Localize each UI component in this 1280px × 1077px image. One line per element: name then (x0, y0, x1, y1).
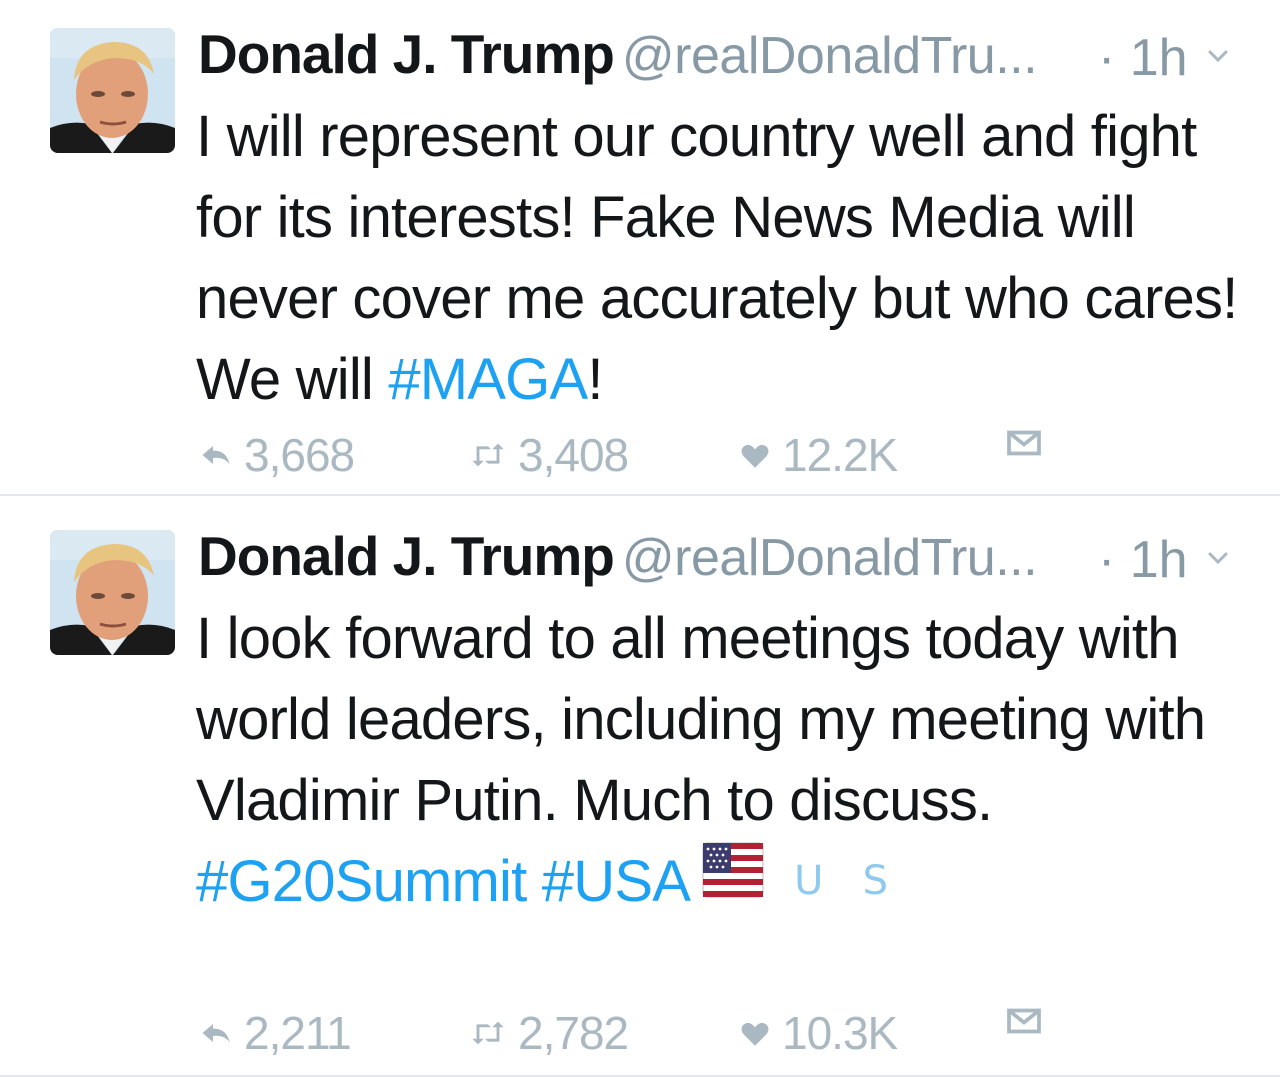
author-avatar[interactable] (50, 28, 175, 153)
tweet-header: Donald J. Trump @realDonaldTru... · 1h (198, 524, 1258, 590)
tweet[interactable]: Donald J. Trump @realDonaldTru... · 1h I … (0, 0, 1280, 495)
direct-message-button[interactable] (1006, 1006, 1052, 1036)
author-avatar[interactable] (50, 530, 175, 655)
tweet-timestamp[interactable]: · 1h (1098, 530, 1188, 590)
reply-button[interactable]: 2,211 (198, 1006, 352, 1060)
direct-message-button[interactable] (1006, 428, 1052, 458)
profile-photo-icon (50, 530, 175, 655)
hashtag-link[interactable]: #G20Summit (196, 849, 527, 914)
reply-count: 2,211 (244, 1007, 352, 1059)
like-button[interactable]: 12.2K (738, 428, 898, 482)
tweet-header: Donald J. Trump @realDonaldTru... · 1h (198, 22, 1258, 88)
like-button[interactable]: 10.3K (738, 1006, 898, 1060)
tweet-text-suffix: ! (587, 347, 603, 412)
tweet-text: I will represent our country well and fi… (196, 96, 1256, 420)
envelope-icon (1007, 430, 1041, 456)
author-name[interactable]: Donald J. Trump (198, 525, 615, 587)
profile-photo-icon (50, 28, 175, 153)
tweet-text-content: I will represent our country well and fi… (196, 104, 1238, 412)
retweet-button[interactable]: 3,408 (468, 428, 629, 482)
retweet-count: 3,408 (518, 429, 629, 481)
reply-button[interactable]: 3,668 (198, 428, 355, 482)
reply-count: 3,668 (244, 429, 355, 481)
regional-indicator-u: U (794, 858, 823, 905)
us-flag-icon (702, 839, 764, 920)
retweet-button[interactable]: 2,782 (468, 1006, 629, 1060)
retweet-icon (472, 443, 504, 467)
hashtag-link[interactable]: #USA (542, 849, 691, 914)
tweet-actions: 3,668 3,408 12.2K (198, 428, 1198, 488)
hashtag-link[interactable]: #MAGA (388, 347, 588, 412)
reply-icon (202, 446, 230, 464)
tweet-text: I look forward to all meetings today wit… (196, 598, 1256, 922)
author-handle[interactable]: @realDonaldTru... (622, 27, 1038, 85)
author-name[interactable]: Donald J. Trump (198, 23, 615, 85)
chevron-down-icon[interactable] (1206, 44, 1230, 68)
retweet-count: 2,782 (518, 1007, 629, 1059)
reply-icon (202, 1024, 230, 1042)
like-count: 12.2K (782, 429, 898, 481)
envelope-icon (1007, 1008, 1041, 1034)
chevron-down-icon[interactable] (1206, 546, 1230, 570)
author-handle[interactable]: @realDonaldTru... (622, 529, 1038, 587)
tweet-actions: 2,211 2,782 10.3K (198, 1006, 1198, 1066)
tweet[interactable]: Donald J. Trump @realDonaldTru... · 1h I … (0, 496, 1280, 1077)
regional-indicator-s: S (862, 858, 888, 905)
heart-icon (741, 1022, 769, 1046)
like-count: 10.3K (782, 1007, 898, 1059)
heart-icon (741, 444, 769, 468)
tweet-timestamp[interactable]: · 1h (1098, 28, 1188, 88)
tweet-text-content: I look forward to all meetings today wit… (196, 606, 1206, 833)
retweet-icon (472, 1021, 504, 1045)
